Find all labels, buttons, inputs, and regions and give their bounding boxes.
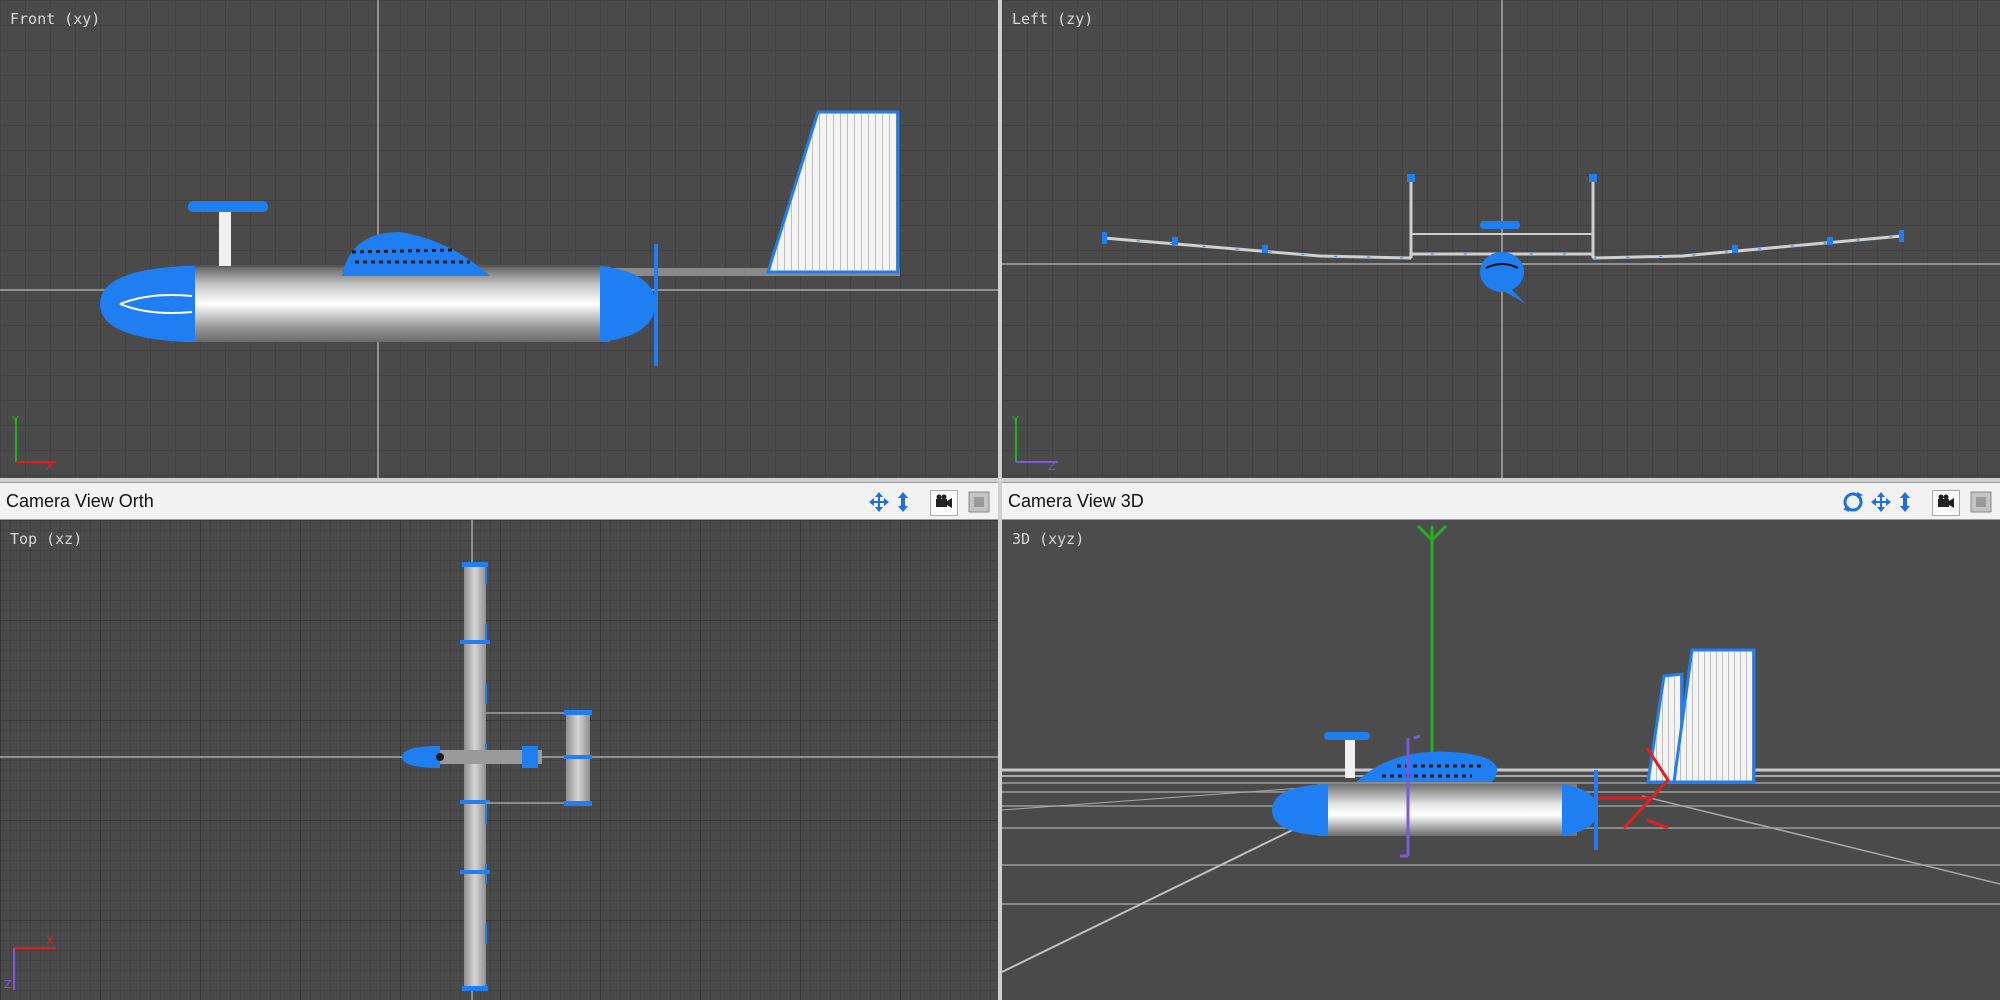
maximize-icon[interactable] [966, 490, 992, 514]
svg-text:Z: Z [1048, 460, 1056, 473]
wing-section[interactable] [1324, 732, 1370, 740]
svg-text:X: X [46, 934, 54, 947]
move-arrows-icon[interactable] [1868, 490, 1894, 514]
perspective-viewport[interactable]: 3D (xyz) [1002, 520, 2000, 1000]
wing-pylon[interactable] [1345, 738, 1355, 778]
svg-text:Y: Y [1011, 414, 1019, 427]
svg-text:Z: Z [4, 978, 12, 991]
svg-text:Y: Y [11, 414, 19, 427]
fuselage[interactable] [1317, 784, 1577, 836]
fuselage[interactable] [185, 266, 610, 342]
left-scene: Y Z [1002, 0, 2000, 478]
viewport-label: 3D (xyz) [1012, 530, 1085, 548]
viewport-label: Left (zy) [1012, 10, 1094, 28]
orth-title-bar: Camera View Orth [0, 482, 998, 520]
viewport-label: Front (xy) [10, 10, 101, 28]
wing-pylon[interactable] [219, 210, 231, 266]
top-scene: X Z [0, 520, 998, 1000]
vertical-arrows-icon[interactable] [894, 490, 912, 514]
front-scene: Y X [0, 0, 998, 478]
wing-section[interactable] [188, 201, 268, 212]
top-viewport[interactable]: X Z Top (xz) [0, 520, 998, 1000]
move-arrows-icon[interactable] [866, 490, 892, 514]
main-wing[interactable] [460, 562, 490, 991]
svg-text:X: X [46, 460, 54, 473]
vertical-arrows-icon[interactable] [1896, 490, 1914, 514]
orth-view-title: Camera View Orth [6, 491, 154, 511]
orbit-rotate-icon[interactable] [1840, 490, 1866, 514]
camera-icon[interactable] [930, 490, 958, 516]
perspective-scene [1002, 520, 2000, 1000]
camera-icon[interactable] [1932, 490, 1960, 516]
threed-title-bar: Camera View 3D [1002, 482, 2000, 520]
left-viewport[interactable]: Y Z Left (zy) [1002, 0, 2000, 478]
viewport-label: Top (xz) [10, 530, 83, 548]
maximize-icon[interactable] [1968, 490, 1994, 514]
threed-view-title: Camera View 3D [1008, 491, 1144, 511]
front-viewport[interactable]: Y X Front (xy) [0, 0, 998, 478]
